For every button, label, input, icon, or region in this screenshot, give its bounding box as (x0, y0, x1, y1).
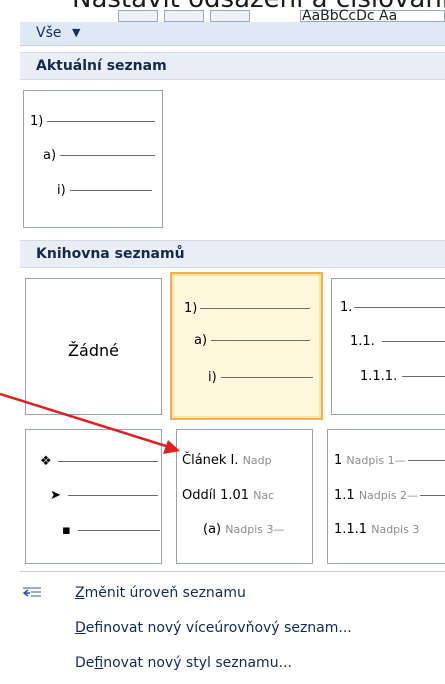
level-line (68, 495, 158, 496)
level-1-number: 1) (30, 114, 44, 129)
level-line (78, 530, 160, 531)
heading-style: Nadpis 2— (358, 489, 419, 502)
current-list-tile[interactable]: 1) a) i) (23, 90, 163, 228)
level-2-number: a) (43, 148, 57, 163)
section-title: Knihovna seznamů (36, 246, 185, 262)
level-2-number: a) (194, 333, 208, 348)
chevron-down-icon: ▼ (72, 26, 81, 39)
change-level-icon (22, 583, 42, 603)
level-line (58, 461, 158, 462)
heading-row: (a) Nadpis 3— (203, 523, 284, 537)
define-multilevel-list-menu-item[interactable]: Definovat nový víceúrovňový seznam... (20, 614, 445, 644)
heading-style: Nadpis 1— (346, 454, 406, 467)
background-document-strip: Nastavit odsazení a číslování a výměny s… (0, 0, 445, 22)
ribbon-button-fragment (210, 10, 250, 22)
square-bullet-icon: ▪ (62, 523, 71, 538)
library-tile-article-section[interactable]: Článek I. Nadp Oddíl 1.01 Nac (a) Nadpis… (176, 429, 313, 564)
heading-main: 1 (334, 453, 343, 468)
level-line (47, 121, 155, 122)
library-tile-bullets[interactable]: ❖ ➤ ▪ (25, 429, 162, 564)
level-line (211, 340, 310, 341)
level-line (382, 341, 445, 342)
menu-item-label: Definovat nový styl seznamu... (75, 655, 292, 671)
level-2-number: 1.1. (350, 334, 375, 349)
filter-dropdown-label: Vše (36, 25, 62, 41)
list-library-panel: Žádné 1) a) i) 1. 1.1. 1.1.1. ❖ ➤ ▪ Člán… (20, 268, 445, 568)
style-gallery-text: AaBbCcDc Aa (302, 8, 398, 22)
heading-style: Nadpis 3— (225, 523, 285, 536)
level-line (60, 155, 155, 156)
heading-style: Nadp (242, 454, 272, 467)
heading-main: 1.1 (334, 488, 355, 503)
heading-row: 1.1.1 Nadpis 3 (334, 523, 419, 537)
section-title: Aktuální seznam (36, 58, 167, 74)
level-3-number: i) (57, 183, 66, 198)
library-tile-numbered-decimal[interactable]: 1. 1.1. 1.1.1. (331, 278, 445, 415)
heading-style: Nadpis 3 (371, 523, 420, 536)
heading-style: Nac (253, 489, 275, 502)
library-tile-none[interactable]: Žádné (25, 278, 162, 415)
level-line (402, 376, 445, 377)
heading-main: Článek I. (182, 453, 239, 468)
heading-row: Oddíl 1.01 Nac (182, 489, 274, 503)
level-1-number: 1. (340, 300, 353, 315)
ribbon-button-fragment (118, 10, 158, 22)
level-line (221, 377, 313, 378)
diamond-bullet-icon: ❖ (40, 454, 52, 469)
level-1-number: 1) (184, 301, 198, 316)
library-tile-heading-numbering[interactable]: 1 Nadpis 1— 1.1 Nadpis 2— 1.1.1 Nadpis 3 (327, 429, 445, 564)
heading-row: Článek I. Nadp (182, 454, 272, 468)
none-label: Žádné (68, 341, 119, 360)
section-header-current-list: Aktuální seznam (20, 52, 445, 80)
section-header-list-library: Knihovna seznamů (20, 240, 445, 268)
ribbon-fragment: AaBbCcDc Aa (0, 8, 445, 22)
heading-main: (a) (203, 522, 222, 537)
define-list-style-menu-item[interactable]: Definovat nový styl seznamu... (20, 649, 445, 679)
level-line (200, 308, 310, 309)
level-line (70, 190, 152, 191)
heading-row: 1.1 Nadpis 2— (334, 489, 445, 503)
level-3-number: i) (208, 370, 217, 385)
arrow-bullet-icon: ➤ (50, 488, 61, 503)
filter-dropdown[interactable]: Vše ▼ (20, 22, 445, 46)
heading-main: 1.1.1 (334, 522, 368, 537)
level-3-number: 1.1.1. (360, 369, 398, 384)
menu-item-label: Definovat nový víceúrovňový seznam... (75, 620, 352, 636)
level-line (407, 460, 445, 461)
heading-row: 1 Nadpis 1— (334, 454, 445, 468)
ribbon-button-fragment (164, 10, 204, 22)
library-tile-numbered-parenthesis[interactable]: 1) a) i) (170, 272, 323, 420)
menu-divider (20, 571, 445, 572)
level-line (420, 495, 445, 496)
heading-main: Oddíl 1.01 (182, 488, 250, 503)
change-list-level-menu-item[interactable]: Změnit úroveň seznamu (20, 579, 445, 609)
level-line (354, 307, 445, 308)
current-list-panel: 1) a) i) (20, 80, 445, 237)
menu-item-label: Změnit úroveň seznamu (75, 585, 246, 601)
